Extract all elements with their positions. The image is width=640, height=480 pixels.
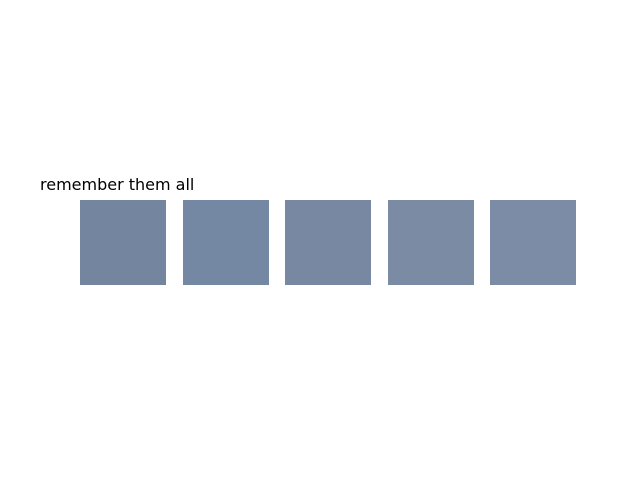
tile-row [80, 200, 576, 285]
color-tile-4[interactable] [388, 200, 474, 285]
color-tile-3[interactable] [285, 200, 371, 285]
color-tile-1[interactable] [80, 200, 166, 285]
color-tile-2[interactable] [183, 200, 269, 285]
color-tile-5[interactable] [490, 200, 576, 285]
instruction-text: remember them all [40, 175, 195, 194]
